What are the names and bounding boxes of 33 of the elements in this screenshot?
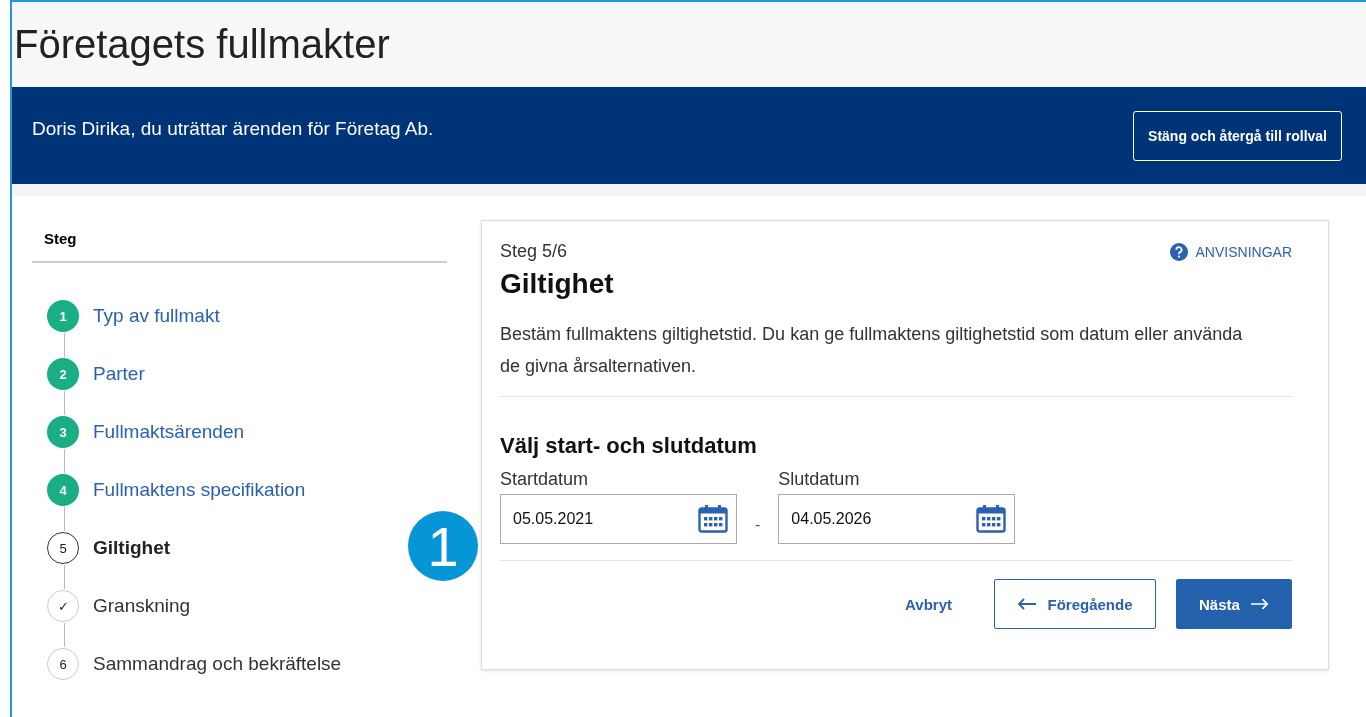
steps-heading: Steg xyxy=(32,226,447,263)
step-link[interactable]: Fullmaktsärenden xyxy=(93,421,245,443)
field-label: Slutdatum xyxy=(778,469,861,490)
date-field[interactable]: 04.05.2026 xyxy=(778,494,1016,544)
step-link[interactable]: Fullmaktens specifikation xyxy=(93,479,306,501)
help-link[interactable]: ANVISNINGAR xyxy=(1169,243,1292,261)
arrow-right-icon xyxy=(1249,598,1269,610)
step-marker: 1 xyxy=(47,300,79,332)
page-title: Företagets fullmakter xyxy=(14,22,390,67)
step-link[interactable]: Typ av fullmakt xyxy=(93,305,220,327)
calendar-icon[interactable] xyxy=(698,505,728,533)
banner-text: Doris Dirika, du uträttar ärenden för Företag Ab. xyxy=(32,117,434,140)
form-title: Giltighet xyxy=(500,268,614,300)
close-button[interactable]: Stäng och återgå till rollval xyxy=(1133,110,1342,161)
field-label: Startdatum xyxy=(500,469,590,490)
step-marker: ✓ xyxy=(47,590,79,622)
step-marker: 4 xyxy=(47,474,79,506)
previous-button[interactable]: Föregående xyxy=(994,579,1156,629)
step-marker: 2 xyxy=(47,358,79,390)
range-separator: - xyxy=(755,516,761,535)
date-field[interactable]: 05.05.2021 xyxy=(500,494,737,544)
section-title: Välj start- och slutdatum xyxy=(500,433,758,459)
step-marker: 3 xyxy=(47,416,79,448)
next-button[interactable]: Nästa xyxy=(1176,579,1292,629)
arrow-left-icon xyxy=(1017,598,1038,610)
step-marker: 6 xyxy=(47,648,79,680)
cancel-link[interactable]: Avbryt xyxy=(905,595,952,613)
step-counter: Steg 5/6 xyxy=(500,241,569,262)
step-marker: 5 xyxy=(47,532,79,564)
calendar-icon[interactable] xyxy=(976,505,1007,533)
step-link[interactable]: Parter xyxy=(93,363,145,385)
description: Bestäm fullmaktens giltighetstid. Du kan ge fullmaktens giltighetstid som datum eller använda de givna årsalternativen. xyxy=(500,323,1244,378)
help-icon xyxy=(1169,243,1188,261)
